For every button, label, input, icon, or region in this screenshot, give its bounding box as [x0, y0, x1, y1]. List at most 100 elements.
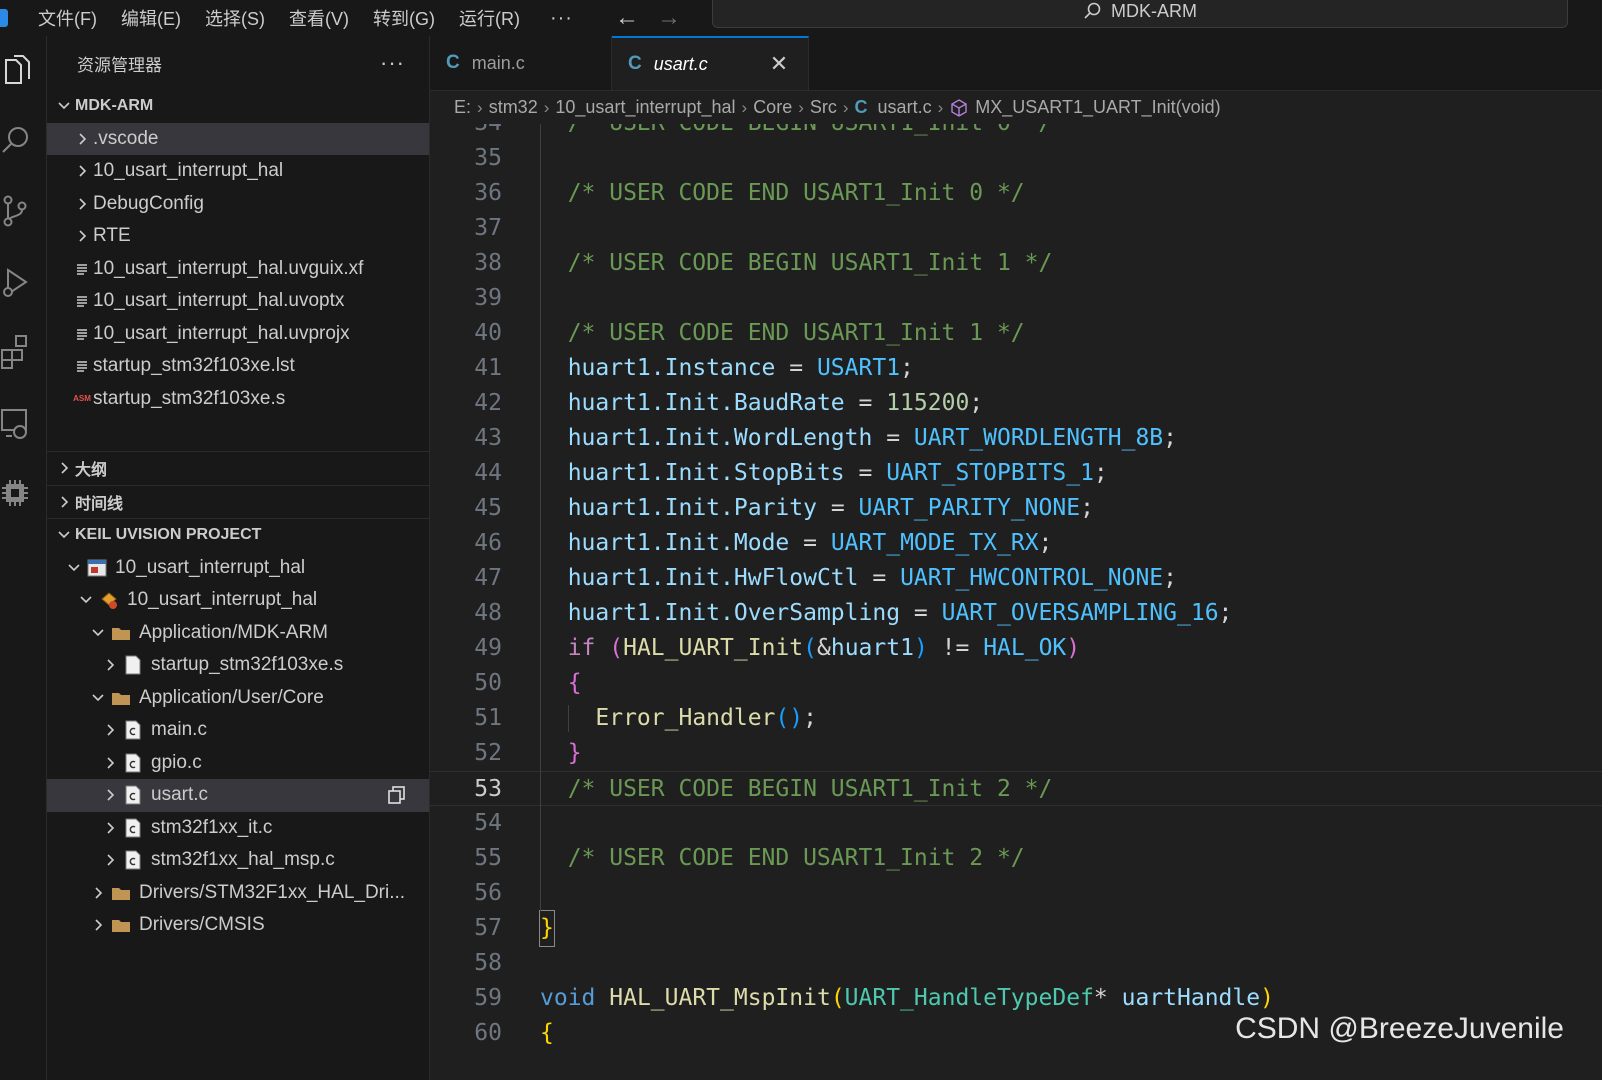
tree-item-file[interactable]: 10_usart_interrupt_hal.uvguix.xf: [47, 253, 429, 286]
code-line[interactable]: 59 void HAL_UART_MspInit(UART_HandleTypeD…: [430, 981, 1602, 1016]
breadcrumb-item[interactable]: usart.c: [878, 97, 932, 118]
remote-explorer-icon[interactable]: [0, 400, 40, 448]
code-line[interactable]: 40 /* USER CODE END USART1_Init 1 */: [430, 316, 1602, 351]
code-line[interactable]: 57}: [430, 910, 1602, 947]
menu-selection[interactable]: 选择(S): [205, 5, 265, 31]
code-line[interactable]: 52}: [430, 736, 1602, 771]
activity-bar: [0, 36, 47, 1080]
tree-item-file[interactable]: 10_usart_interrupt_hal.uvprojx: [47, 318, 429, 351]
tree-item-label: RTE: [93, 225, 131, 247]
explorer-icon[interactable]: [0, 46, 40, 94]
keil-file-item[interactable]: startup_stm32f103xe.s: [47, 649, 429, 682]
tree-item-file[interactable]: ASM startup_stm32f103xe.s: [47, 383, 429, 416]
tree-item-vscode[interactable]: .vscode: [47, 122, 429, 155]
keil-target-item[interactable]: 10_usart_interrupt_hal: [47, 584, 429, 617]
line-number: 39: [474, 285, 502, 311]
c-file-icon: [121, 783, 145, 807]
line-number: 42: [474, 390, 502, 416]
forward-arrow-icon[interactable]: →: [657, 6, 681, 30]
timeline-section-header[interactable]: 时间线: [47, 486, 429, 519]
tab-main-c[interactable]: C main.c: [430, 36, 612, 90]
line-number: 58: [474, 950, 502, 976]
keil-file-item[interactable]: stm32f1xx_it.c: [47, 812, 429, 845]
code-line[interactable]: 38 /* USER CODE BEGIN USART1_Init 1 */: [430, 246, 1602, 281]
menu-file[interactable]: 文件(F): [38, 5, 97, 31]
code-line[interactable]: 42 huart1.Init.BaudRate = 115200;: [430, 386, 1602, 421]
source-control-icon[interactable]: [0, 188, 40, 236]
code-line[interactable]: 43 huart1.Init.WordLength = UART_WORDLENG…: [430, 421, 1602, 456]
tree-item-file[interactable]: startup_stm32f103xe.lst: [47, 350, 429, 383]
code-line[interactable]: 48 huart1.Init.OverSampling = UART_OVERSA…: [430, 596, 1602, 631]
keil-group-item[interactable]: Drivers/STM32F1xx_HAL_Dri...: [47, 877, 429, 910]
copy-icon[interactable]: [387, 785, 407, 805]
tree-item-label: Application/MDK-ARM: [139, 621, 328, 643]
chip-icon[interactable]: [0, 470, 40, 518]
code-editor[interactable]: 34 /* USER CODE BEGIN USART1_Init 0 */ 35 3…: [430, 124, 1602, 1080]
tree-item-folder[interactable]: RTE: [47, 220, 429, 253]
code-line[interactable]: 49 if (HAL_UART_Init(&huart1) != HAL_OK): [430, 631, 1602, 666]
close-icon[interactable]: ✕: [770, 51, 788, 77]
keil-file-item[interactable]: stm32f1xx_hal_msp.c: [47, 844, 429, 877]
asm-file-icon: [121, 653, 145, 677]
code-line[interactable]: 51 Error_Handler();: [430, 701, 1602, 736]
keil-group-item[interactable]: Drivers/CMSIS: [47, 909, 429, 942]
code-line[interactable]: 47 huart1.Init.HwFlowCtl = UART_HWCONTROL…: [430, 561, 1602, 596]
keil-group-item[interactable]: Application/MDK-ARM: [47, 617, 429, 650]
chevron-right-icon: [99, 788, 121, 802]
code-line[interactable]: 44 huart1.Init.StopBits = UART_STOPBITS_1…: [430, 456, 1602, 491]
chevron-right-icon: [99, 723, 121, 737]
code-line[interactable]: 45 huart1.Init.Parity = UART_PARITY_NONE;: [430, 491, 1602, 526]
code-line[interactable]: 54: [430, 806, 1602, 841]
c-file-icon: [121, 848, 145, 872]
chevron-right-icon: [53, 495, 75, 509]
extensions-icon[interactable]: [0, 328, 40, 376]
symbol-method-icon: [951, 98, 967, 117]
run-debug-icon[interactable]: [0, 258, 40, 306]
code-line[interactable]: 56: [430, 876, 1602, 911]
chevron-down-icon: [87, 691, 109, 705]
code-line[interactable]: 50 {: [430, 666, 1602, 701]
chevron-down-icon: [87, 626, 109, 640]
code-line[interactable]: 53 /* USER CODE BEGIN USART1_Init 2 */: [430, 771, 1602, 806]
code-line[interactable]: 36 /* USER CODE END USART1_Init 0 */: [430, 176, 1602, 211]
breadcrumb-item[interactable]: 10_usart_interrupt_hal: [555, 97, 735, 118]
sidebar-more-button[interactable]: ···: [380, 50, 405, 76]
workspace-section-header[interactable]: MDK-ARM: [47, 90, 429, 123]
menu-go[interactable]: 转到(G): [373, 5, 435, 31]
tree-item-folder[interactable]: 10_usart_interrupt_hal: [47, 155, 429, 188]
keil-group-item[interactable]: Application/User/Core: [47, 682, 429, 715]
keil-section-header[interactable]: KEIL UVISION PROJECT: [47, 519, 429, 552]
code-line[interactable]: 37: [430, 211, 1602, 246]
code-line[interactable]: 55 /* USER CODE END USART1_Init 2 */: [430, 841, 1602, 876]
back-arrow-icon[interactable]: ←: [615, 6, 639, 30]
code-line[interactable]: 35: [430, 141, 1602, 176]
tab-usart-c[interactable]: C usart.c ✕: [612, 36, 810, 90]
sidebar-title: 资源管理器: [77, 55, 162, 75]
code-line[interactable]: 41 huart1.Instance = USART1;: [430, 351, 1602, 386]
search-icon[interactable]: [0, 116, 40, 164]
code-line[interactable]: 39: [430, 281, 1602, 316]
breadcrumb-item[interactable]: MX_USART1_UART_Init(void): [975, 97, 1220, 118]
breadcrumb-item[interactable]: stm32: [489, 97, 538, 118]
line-number: 35: [474, 145, 502, 171]
keil-file-item[interactable]: gpio.c: [47, 747, 429, 780]
tree-item-label: stm32f1xx_it.c: [151, 816, 273, 838]
menu-more-button[interactable]: ···: [550, 7, 573, 30]
breadcrumb-item[interactable]: Core: [753, 97, 792, 118]
menu-run[interactable]: 运行(R): [459, 5, 520, 31]
menu-edit[interactable]: 编辑(E): [121, 5, 181, 31]
code-line[interactable]: 58: [430, 946, 1602, 981]
menu-view[interactable]: 查看(V): [289, 5, 349, 31]
keil-file-item-active[interactable]: usart.c: [47, 779, 429, 812]
command-center-search[interactable]: MDK-ARM: [712, 0, 1568, 28]
code-line[interactable]: 46 huart1.Init.Mode = UART_MODE_TX_RX;: [430, 526, 1602, 561]
breadcrumb-item[interactable]: Src: [810, 97, 837, 118]
outline-section-header[interactable]: 大纲: [47, 452, 429, 485]
breadcrumb-item[interactable]: E:: [454, 97, 471, 118]
tree-item-folder[interactable]: DebugConfig: [47, 188, 429, 221]
keil-project-item[interactable]: 10_usart_interrupt_hal: [47, 552, 429, 585]
tree-item-file[interactable]: 10_usart_interrupt_hal.uvoptx: [47, 285, 429, 318]
line-number: 56: [474, 880, 502, 906]
keil-file-item[interactable]: main.c: [47, 714, 429, 747]
code-line[interactable]: 34 /* USER CODE BEGIN USART1_Init 0 */: [430, 124, 1602, 141]
